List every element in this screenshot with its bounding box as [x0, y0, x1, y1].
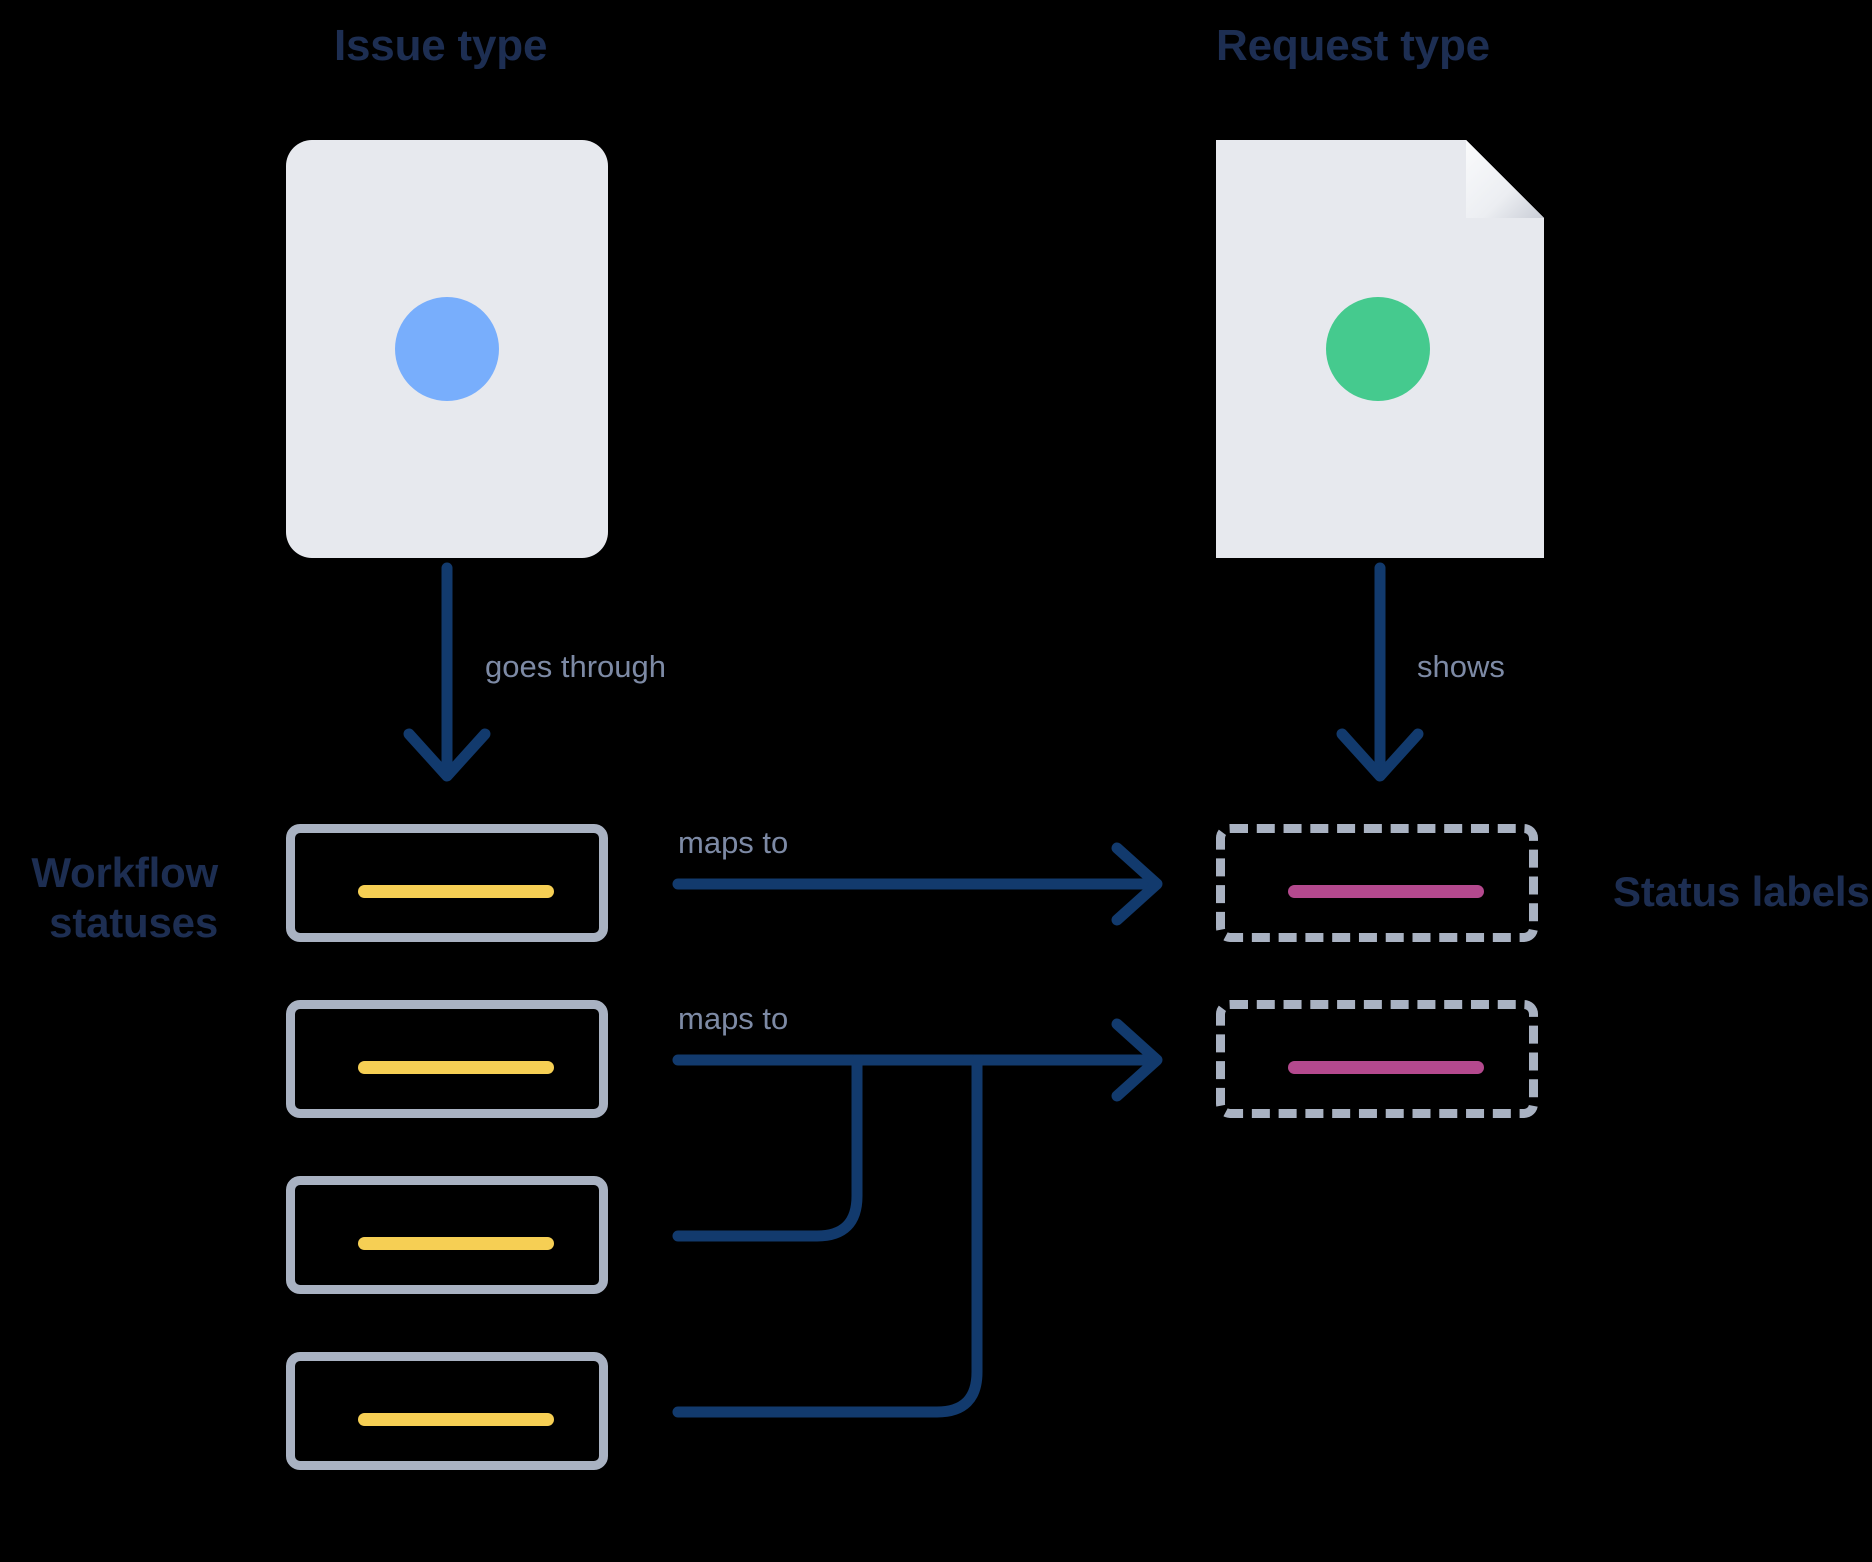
workflow-status-box-4[interactable] [286, 1352, 608, 1470]
document-fold-icon [1466, 140, 1544, 218]
workflow-status-bar-3 [358, 1237, 554, 1250]
edge-label-shows: shows [1417, 649, 1505, 684]
workflow-status-bar-4 [358, 1413, 554, 1426]
workflow-status-bar-2 [358, 1061, 554, 1074]
arrow-right-icon-1 [1111, 842, 1163, 926]
arrow-down-icon-request [1336, 728, 1424, 782]
connector-layer [403, 562, 1424, 1418]
request-type-document-card[interactable] [1216, 140, 1544, 558]
edge-label-maps-to-1: maps to [678, 825, 789, 860]
arrow-down-icon-issue [403, 728, 491, 782]
diagram-canvas: Issue type Request type Workflow statuse… [0, 0, 1872, 1562]
edge-label-maps-to-2: maps to [678, 1001, 789, 1036]
issue-type-heading: Issue type [334, 21, 548, 70]
workflow-statuses-label-line1: Workflow [31, 849, 218, 896]
status-label-box-1[interactable] [1216, 824, 1538, 942]
workflow-status-bar-1 [358, 885, 554, 898]
status-label-bar-1 [1288, 885, 1484, 898]
arrow-right-icon-2 [1111, 1018, 1163, 1102]
status-label-bar-2 [1288, 1061, 1484, 1074]
status-labels-label: Status labels [1613, 868, 1870, 915]
request-type-heading: Request type [1216, 21, 1490, 70]
issue-type-card[interactable] [286, 140, 608, 558]
workflow-status-box-2[interactable] [286, 1000, 608, 1118]
circle-icon-green [1326, 297, 1430, 401]
workflow-status-box-3[interactable] [286, 1176, 608, 1294]
workflow-status-box-1[interactable] [286, 824, 608, 942]
workflow-statuses-label: Workflow statuses [0, 848, 218, 947]
circle-icon-blue [395, 297, 499, 401]
edge-label-goes-through: goes through [485, 649, 666, 684]
workflow-statuses-label-line2: statuses [49, 898, 218, 946]
connector-status4-to-trunk [672, 1054, 983, 1418]
connector-status3-to-trunk [672, 1054, 863, 1242]
status-label-box-2[interactable] [1216, 1000, 1538, 1118]
